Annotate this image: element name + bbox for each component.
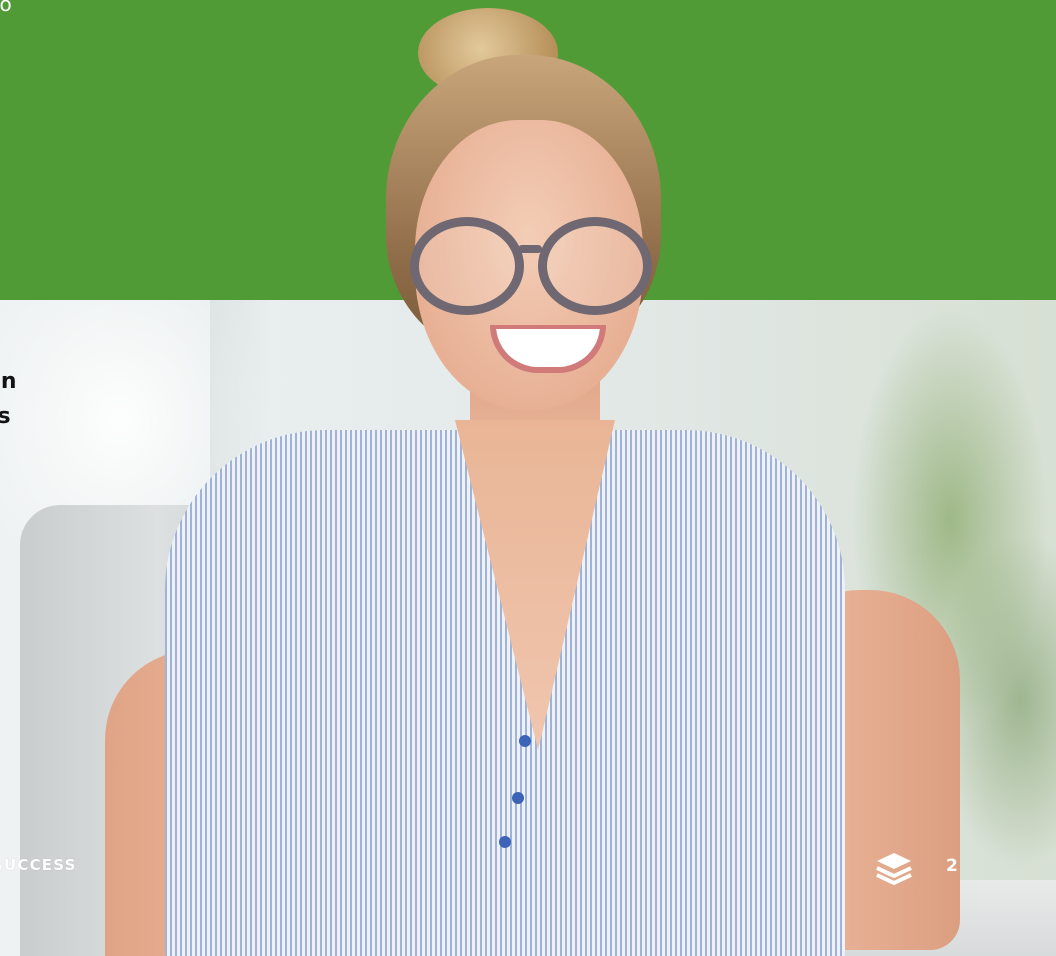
right-lens bbox=[538, 217, 652, 315]
highlight-quote: Investing in to 25 times improving retai… bbox=[0, 369, 17, 429]
shirt-button bbox=[512, 792, 524, 804]
glasses-bridge bbox=[518, 245, 542, 253]
shirt-button bbox=[499, 836, 511, 848]
shirt-button bbox=[519, 735, 531, 747]
glasses bbox=[400, 205, 652, 315]
footer-section-label: SUCCESS bbox=[0, 856, 77, 874]
page-number: 2 bbox=[946, 856, 958, 876]
slide-page: Companies that fail to their customers f… bbox=[0, 0, 1056, 956]
layers-stack-icon bbox=[876, 853, 912, 885]
left-lens bbox=[410, 217, 524, 315]
